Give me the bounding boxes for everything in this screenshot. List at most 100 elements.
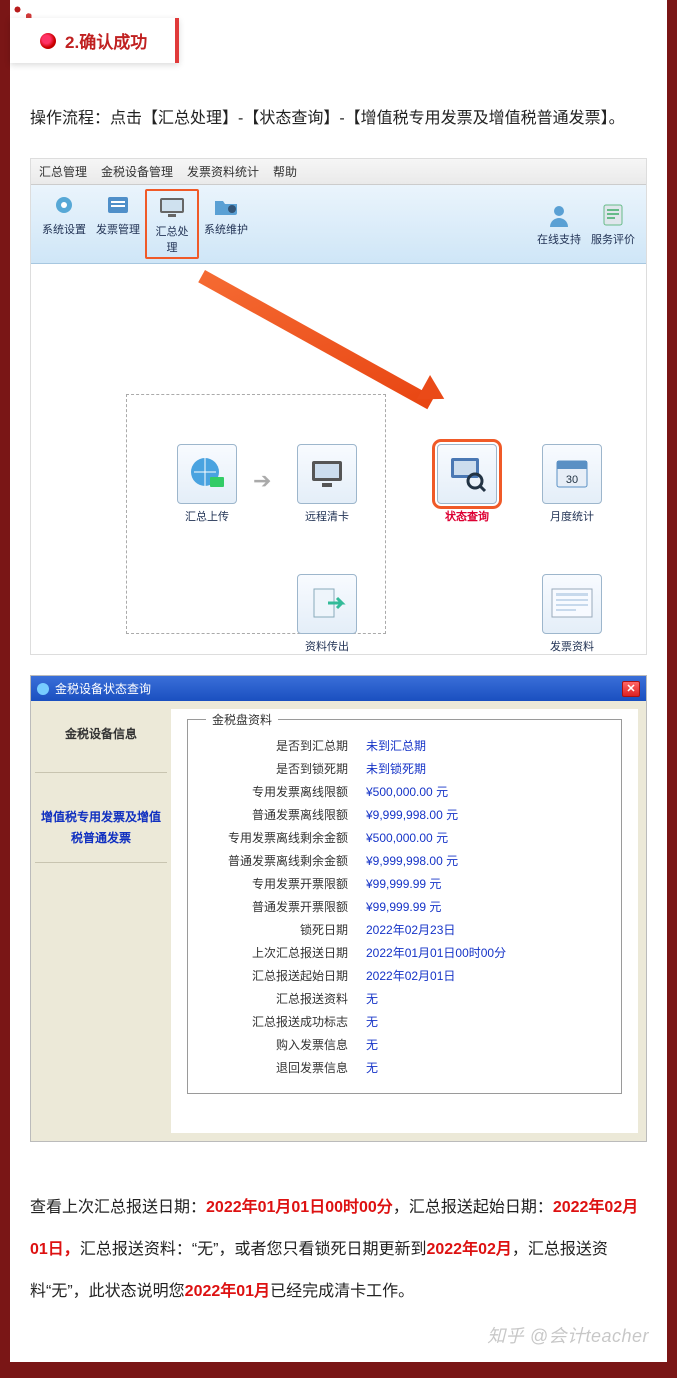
status-label: 退回发票信息 xyxy=(198,1059,348,1076)
menu-item[interactable]: 汇总管理 xyxy=(39,163,87,180)
status-query-tile[interactable]: 状态查询 xyxy=(431,444,503,524)
menu-item[interactable]: 发票资料统计 xyxy=(187,163,259,180)
ribbon-left: 系统设置 发票管理 汇总处理 xyxy=(37,189,253,259)
service-rating-button[interactable]: 服务评价 xyxy=(586,199,640,249)
folder-gear-icon xyxy=(208,191,244,219)
clipboard-icon xyxy=(595,201,631,229)
status-row: 专用发票离线剩余金额¥500,000.00 元 xyxy=(198,826,603,849)
dialog-body: 金税设备信息 增值税专用发票及增值税普通发票 金税盘资料 是否到汇总期未到汇总期… xyxy=(31,701,646,1141)
status-label: 普通发票离线剩余金额 xyxy=(198,852,348,869)
upload-tile[interactable]: 汇总上传 xyxy=(171,444,243,524)
status-row: 汇总报送起始日期2022年02月01日 xyxy=(198,964,603,987)
status-value: 无 xyxy=(348,1059,378,1076)
bullet-icon xyxy=(40,33,56,49)
calendar-icon: 30 xyxy=(542,444,602,504)
watermark: 知乎 @会计teacher xyxy=(487,1322,649,1348)
device-fieldset: 金税盘资料 是否到汇总期未到汇总期是否到锁死期未到锁死期专用发票离线限额¥500… xyxy=(187,719,622,1094)
status-row: 专用发票离线限额¥500,000.00 元 xyxy=(198,780,603,803)
online-support-button[interactable]: 在线支持 xyxy=(532,199,586,249)
status-label: 汇总报送起始日期 xyxy=(198,967,348,984)
monthly-stats-tile[interactable]: 30 月度统计 xyxy=(536,444,608,524)
menu-bar: 汇总管理 金税设备管理 发票资料统计 帮助 xyxy=(31,159,646,185)
status-value: 无 xyxy=(348,1036,378,1053)
invoice-manage-button[interactable]: 发票管理 xyxy=(91,189,145,259)
invoice-doc-icon xyxy=(542,574,602,634)
close-icon: ✕ xyxy=(626,682,635,695)
status-row: 汇总报送资料无 xyxy=(198,987,603,1010)
article-page: 2.确认成功 操作流程：点击【汇总处理】-【状态查询】-【增值税专用发票及增值税… xyxy=(10,0,667,1362)
status-label: 专用发票离线限额 xyxy=(198,783,348,800)
status-value: 无 xyxy=(348,990,378,1007)
detail-panel: 金税盘资料 是否到汇总期未到汇总期是否到锁死期未到锁死期专用发票离线限额¥500… xyxy=(171,709,638,1133)
gear-icon xyxy=(46,191,82,219)
status-value: 2022年01月01日00时00分 xyxy=(348,944,506,961)
svg-text:30: 30 xyxy=(566,474,578,486)
status-label: 汇总报送资料 xyxy=(198,990,348,1007)
status-value: ¥99,999.99 元 xyxy=(348,898,441,915)
status-value: ¥9,999,998.00 元 xyxy=(348,852,458,869)
status-label: 专用发票开票限额 xyxy=(198,875,348,892)
status-label: 购入发票信息 xyxy=(198,1036,348,1053)
status-value: ¥500,000.00 元 xyxy=(348,783,448,800)
status-value: ¥9,999,998.00 元 xyxy=(348,806,458,823)
side-panel: 金税设备信息 增值税专用发票及增值税普通发票 xyxy=(31,701,171,1141)
invoice-data-tile[interactable]: 发票资料 xyxy=(536,574,608,654)
dialog-titlebar: 金税设备状态查询 ✕ xyxy=(31,676,646,701)
app-screenshot-1: 汇总管理 金税设备管理 发票资料统计 帮助 系统设置 发票管理 xyxy=(30,158,647,655)
status-value: 2022年02月23日 xyxy=(348,921,455,938)
side-selected-item[interactable]: 增值税专用发票及增值税普通发票 xyxy=(35,793,167,863)
status-value: 未到汇总期 xyxy=(348,737,426,754)
monitor-remote-icon xyxy=(297,444,357,504)
invoice-icon xyxy=(100,191,136,219)
status-value: 2022年02月01日 xyxy=(348,967,455,984)
status-row: 是否到汇总期未到汇总期 xyxy=(198,734,603,757)
highlight-date: 2022年01月 xyxy=(185,1283,270,1300)
menu-item[interactable]: 帮助 xyxy=(273,163,297,180)
app-icon xyxy=(37,683,49,695)
toolbar-ribbon: 系统设置 发票管理 汇总处理 xyxy=(31,185,646,264)
status-label: 专用发票离线剩余金额 xyxy=(198,829,348,846)
status-row: 是否到锁死期未到锁死期 xyxy=(198,757,603,780)
highlight-date: 2022年01月01日00时00分 xyxy=(206,1199,393,1216)
person-icon xyxy=(541,201,577,229)
status-row: 汇总报送成功标志无 xyxy=(198,1010,603,1033)
fieldset-legend: 金税盘资料 xyxy=(206,711,278,728)
status-row: 普通发票开票限额¥99,999.99 元 xyxy=(198,895,603,918)
menu-item[interactable]: 金税设备管理 xyxy=(101,163,173,180)
highlight-date: 2022年02月 xyxy=(426,1241,511,1258)
status-value: 无 xyxy=(348,1013,378,1030)
remote-clear-tile[interactable]: 远程清卡 xyxy=(291,444,363,524)
status-value: ¥500,000.00 元 xyxy=(348,829,448,846)
status-row: 锁死日期2022年02月23日 xyxy=(198,918,603,941)
system-settings-button[interactable]: 系统设置 xyxy=(37,189,91,259)
arrow-pointer xyxy=(198,270,434,409)
status-label: 普通发票开票限额 xyxy=(198,898,348,915)
doc-export-icon xyxy=(297,574,357,634)
status-row: 专用发票开票限额¥99,999.99 元 xyxy=(198,872,603,895)
flow-arrow-icon: ➔ xyxy=(253,468,271,494)
final-paragraph: 查看上次汇总报送日期：2022年01月01日00时00分，汇总报送起始日期：20… xyxy=(10,1162,667,1322)
intro-paragraph: 操作流程：点击【汇总处理】-【状态查询】-【增值税专用发票及增值税普通发票】。 xyxy=(10,70,667,158)
status-label: 汇总报送成功标志 xyxy=(198,1013,348,1030)
globe-upload-icon xyxy=(177,444,237,504)
status-row: 普通发票离线剩余金额¥9,999,998.00 元 xyxy=(198,849,603,872)
section-title: 2.确认成功 xyxy=(65,33,147,52)
side-header: 金税设备信息 xyxy=(35,713,167,773)
section-header: 2.确认成功 xyxy=(10,0,667,70)
arrow-head-icon xyxy=(416,375,461,417)
section-tag: 2.确认成功 xyxy=(10,18,179,63)
ribbon-right: 在线支持 服务评价 xyxy=(532,199,640,249)
status-row: 普通发票离线限额¥9,999,998.00 元 xyxy=(198,803,603,826)
flow-canvas: 汇总上传 ➔ 远程清卡 状态查询 30 月度统计 xyxy=(31,264,646,654)
status-label: 锁死日期 xyxy=(198,921,348,938)
dialog-title: 金税设备状态查询 xyxy=(55,680,151,697)
system-maintain-button[interactable]: 系统维护 xyxy=(199,189,253,259)
status-row: 退回发票信息无 xyxy=(198,1056,603,1079)
export-tile[interactable]: 资料传出 xyxy=(291,574,363,654)
status-row: 购入发票信息无 xyxy=(198,1033,603,1056)
summary-process-button[interactable]: 汇总处理 xyxy=(145,189,199,259)
status-label: 普通发票离线限额 xyxy=(198,806,348,823)
status-row: 上次汇总报送日期2022年01月01日00时00分 xyxy=(198,941,603,964)
status-label: 是否到锁死期 xyxy=(198,760,348,777)
close-button[interactable]: ✕ xyxy=(622,681,640,697)
